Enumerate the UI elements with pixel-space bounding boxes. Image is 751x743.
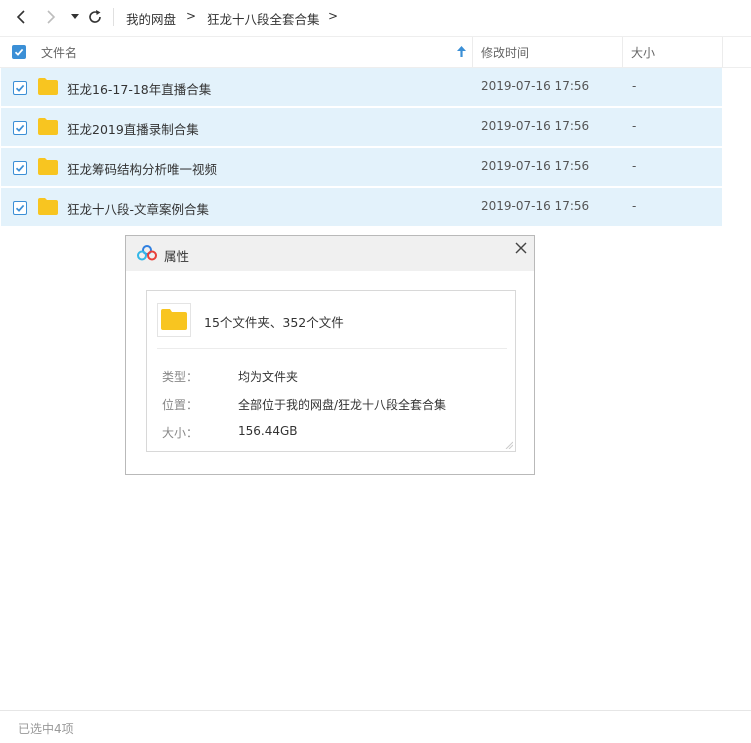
forward-button[interactable]	[42, 8, 60, 26]
status-bar: 已选中4项	[0, 710, 751, 743]
resize-grip-icon[interactable]	[505, 441, 513, 449]
column-divider[interactable]	[472, 37, 473, 67]
file-size: -	[632, 119, 637, 133]
folder-icon	[38, 198, 58, 215]
checkmark-icon	[15, 124, 25, 132]
history-dropdown-button[interactable]	[66, 8, 84, 26]
checkmark-icon	[15, 84, 25, 92]
dropdown-caret-icon	[71, 14, 79, 19]
prop-location-value: 全部位于我的网盘/狂龙十八段全套合集	[238, 398, 447, 412]
refresh-button[interactable]	[86, 8, 104, 26]
prop-location-label: 位置：	[162, 398, 199, 412]
column-header-modified[interactable]: 修改时间	[481, 44, 529, 61]
file-size: -	[632, 199, 637, 213]
breadcrumb-root[interactable]: 我的网盘	[126, 9, 176, 28]
properties-dialog: 属性 15个文件夹、352个文件 类型： 均为文件夹 位置： 全部位于我的网盘/…	[125, 235, 535, 475]
folder-icon	[161, 309, 187, 330]
back-arrow-icon	[16, 10, 25, 24]
column-header-size[interactable]: 大小	[631, 44, 655, 61]
file-name[interactable]: 狂龙十八段-文章案例合集	[67, 199, 209, 218]
file-row[interactable]: 狂龙筹码结构分析唯一视频 2019-07-16 17:56 -	[1, 148, 722, 186]
file-list-header: 文件名 修改时间 大小	[0, 36, 751, 68]
properties-panel: 15个文件夹、352个文件 类型： 均为文件夹 位置： 全部位于我的网盘/狂龙十…	[146, 290, 516, 452]
selection-status: 已选中4项	[18, 722, 74, 736]
checkmark-icon	[15, 164, 25, 172]
row-checkbox[interactable]	[13, 201, 27, 215]
file-row[interactable]: 狂龙十八段-文章案例合集 2019-07-16 17:56 -	[1, 188, 722, 226]
breadcrumb-current[interactable]: 狂龙十八段全套合集	[207, 9, 320, 28]
select-all-checkbox[interactable]	[12, 45, 26, 59]
column-header-name[interactable]: 文件名	[41, 44, 77, 61]
column-divider[interactable]	[722, 37, 723, 67]
row-checkbox[interactable]	[13, 161, 27, 175]
forward-arrow-icon	[47, 10, 56, 24]
dialog-titlebar[interactable]: 属性	[126, 236, 534, 271]
breadcrumb-separator-end[interactable]: >	[328, 9, 338, 23]
file-modified: 2019-07-16 17:56	[481, 199, 590, 213]
file-size: -	[632, 159, 637, 173]
prop-size-label: 大小：	[162, 426, 199, 440]
selection-summary: 15个文件夹、352个文件	[204, 315, 344, 330]
column-divider[interactable]	[622, 37, 623, 67]
file-size: -	[632, 79, 637, 93]
toolbar-divider	[113, 8, 114, 26]
refresh-icon	[89, 10, 101, 23]
file-modified: 2019-07-16 17:56	[481, 119, 590, 133]
toolbar: 我的网盘 > 狂龙十八段全套合集 >	[0, 0, 751, 34]
file-name[interactable]: 狂龙2019直播录制合集	[67, 119, 199, 138]
dialog-title: 属性	[164, 249, 190, 264]
breadcrumb-separator: >	[186, 9, 197, 23]
sort-ascending-icon[interactable]	[457, 46, 466, 57]
prop-type-value: 均为文件夹	[238, 370, 299, 384]
back-button[interactable]	[12, 8, 30, 26]
file-row[interactable]: 狂龙2019直播录制合集 2019-07-16 17:56 -	[1, 108, 722, 146]
file-modified: 2019-07-16 17:56	[481, 79, 590, 93]
file-name[interactable]: 狂龙筹码结构分析唯一视频	[67, 159, 217, 178]
row-checkbox[interactable]	[13, 81, 27, 95]
baidu-cloud-logo-icon	[137, 245, 157, 261]
row-checkbox[interactable]	[13, 121, 27, 135]
panel-divider	[157, 348, 507, 349]
file-name[interactable]: 狂龙16-17-18年直播合集	[67, 79, 211, 98]
close-icon[interactable]	[513, 240, 529, 256]
selection-thumbnail	[157, 303, 191, 337]
prop-type-label: 类型：	[162, 370, 199, 384]
prop-size-value: 156.44GB	[238, 424, 298, 438]
folder-icon	[38, 78, 58, 95]
file-modified: 2019-07-16 17:56	[481, 159, 590, 173]
checkmark-icon	[15, 204, 25, 212]
checkmark-icon	[14, 48, 24, 56]
folder-icon	[38, 118, 58, 135]
folder-icon	[38, 158, 58, 175]
file-row[interactable]: 狂龙16-17-18年直播合集 2019-07-16 17:56 -	[1, 68, 722, 106]
